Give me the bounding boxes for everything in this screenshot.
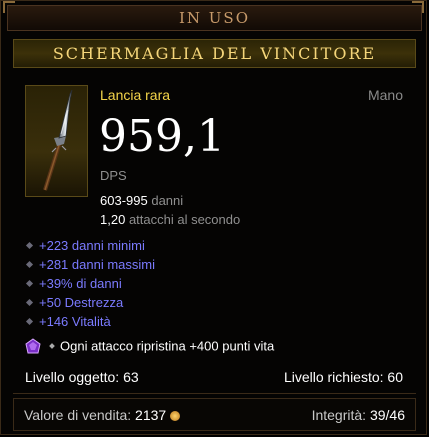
affix-line: +146 Vitalità [25, 314, 111, 329]
affix-text: +223 danni minimi [39, 238, 145, 253]
vendor-value-amount: 2137 [135, 407, 167, 423]
item-level: Livello oggetto: 63 [25, 369, 139, 385]
dps-label: DPS [100, 168, 127, 183]
affix-line: +50 Destrezza [25, 295, 123, 310]
affix-bullet-icon [25, 298, 34, 307]
affix-text: +50 Destrezza [39, 295, 124, 310]
affix-bullet-icon [25, 279, 34, 288]
affix-line: +39% di danni [25, 276, 122, 291]
item-type: Lancia rara [100, 87, 171, 103]
item-image-frame [25, 85, 88, 197]
spear-item-icon [43, 89, 73, 191]
affix-line: +223 danni minimi [25, 238, 145, 253]
affix-text: +39% di danni [39, 276, 122, 291]
affix-text: +281 danni massimi [39, 257, 155, 272]
amethyst-gem-icon [25, 338, 41, 354]
durability: Integrità: 39/46 [312, 407, 405, 423]
affix-line: +281 danni massimi [25, 257, 155, 272]
equipped-status-bar: IN USO [7, 5, 422, 31]
vendor-value-label: Valore di vendita: [24, 407, 132, 423]
item-name-bar: SCHERMAGLIA DEL VINCITORE [13, 39, 416, 68]
damage-range-suffix: danni [151, 193, 184, 208]
item-slot: Mano [367, 87, 403, 103]
affix-bullet-icon [25, 317, 34, 326]
gold-coin-icon [170, 411, 181, 422]
socket-gem-line: Ogni attacco ripristina +400 punti vita [24, 338, 274, 356]
equipped-status-text: IN USO [178, 9, 251, 27]
gem-bullet-icon [49, 343, 55, 350]
item-name: SCHERMAGLIA DEL VINCITORE [52, 44, 377, 63]
corner-ornament-right [412, 1, 424, 13]
attack-speed-value: 1,20 [100, 212, 126, 227]
required-level: Livello richiesto: 60 [283, 369, 403, 385]
section-divider [13, 393, 416, 394]
damage-range-line: 603-995 danni [100, 193, 183, 208]
tooltip-footer: Valore di vendita: 2137 Integrità: 39/46 [13, 398, 416, 431]
dps-value: 959,1 [99, 111, 225, 162]
affix-text: +146 Vitalità [39, 314, 111, 329]
vendor-value: Valore di vendita: 2137 [24, 407, 181, 423]
corner-ornament-left [3, 1, 15, 13]
affix-bullet-icon [25, 260, 34, 269]
item-tooltip: IN USO SCHERMAGLIA DEL VINCITORE Lancia … [0, 0, 427, 435]
attack-speed-line: 1,20 attacchi al secondo [100, 212, 240, 227]
durability-value: 39/46 [369, 407, 405, 423]
affix-bullet-icon [25, 241, 34, 250]
durability-label: Integrità: [311, 407, 367, 423]
damage-range-value: 603-995 [100, 193, 148, 208]
attack-speed-suffix: attacchi al secondo [128, 212, 241, 227]
gem-effect-text: Ogni attacco ripristina +400 punti vita [60, 338, 275, 354]
